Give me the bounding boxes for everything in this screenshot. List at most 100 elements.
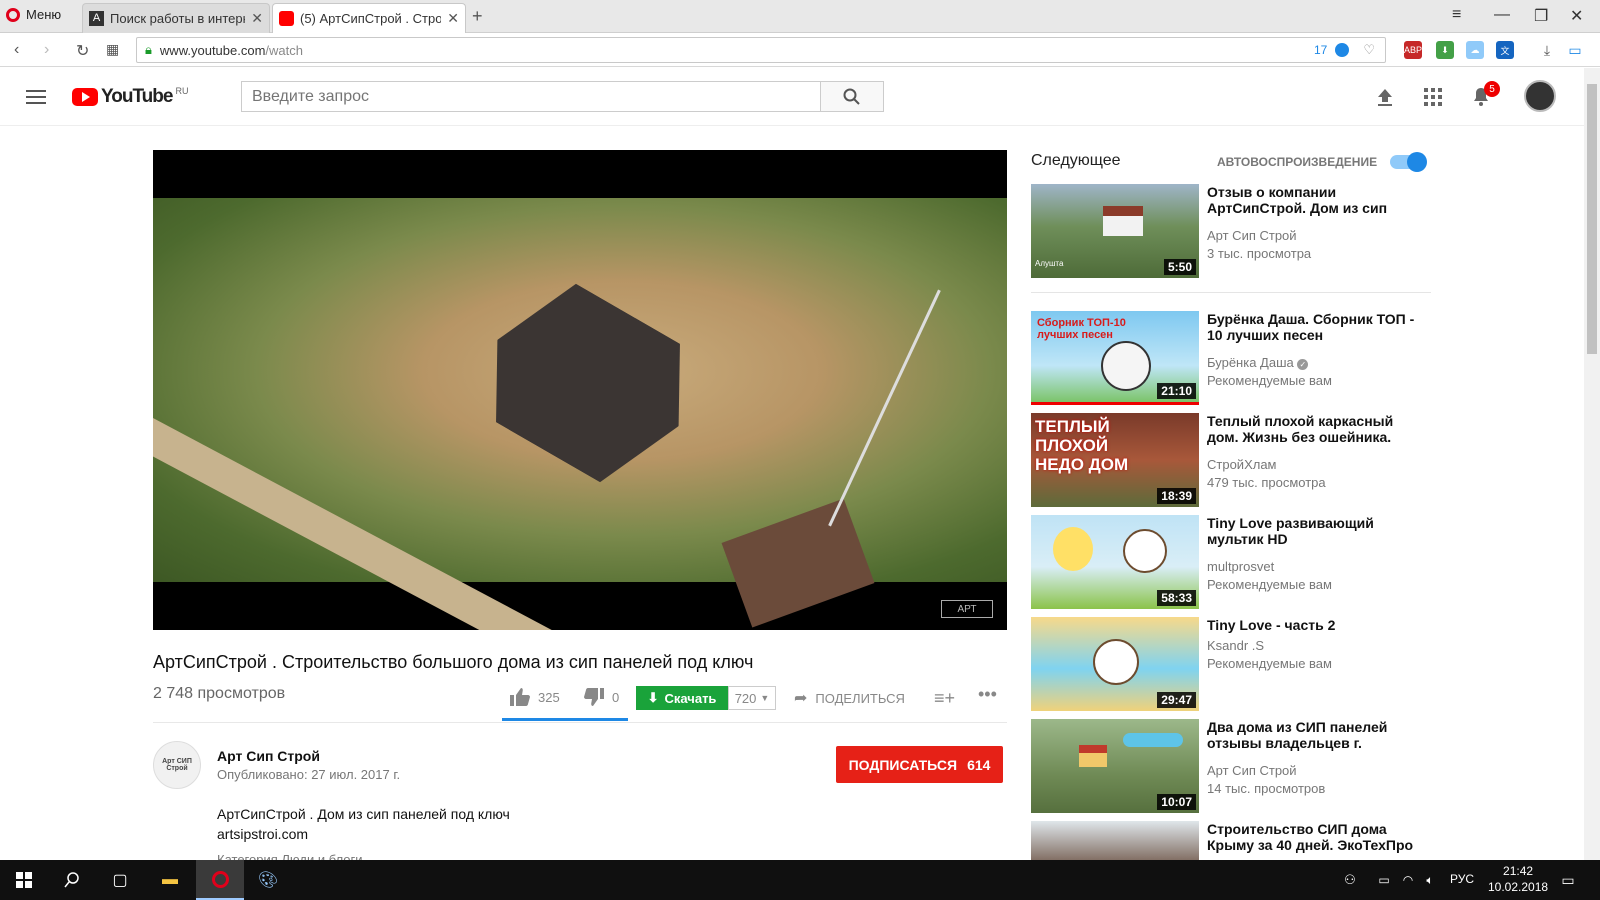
channel-name[interactable]: Арт Сип Строй <box>1207 228 1297 243</box>
input-language[interactable]: РУС <box>1450 872 1474 886</box>
lock-icon: 🔒︎ <box>145 42 152 57</box>
channel-row[interactable]: Бурёнка Даша ✓ <box>1207 355 1309 370</box>
weather-extension-icon[interactable]: ☁ <box>1466 41 1484 59</box>
search-taskbar-icon[interactable] <box>60 868 84 892</box>
video-watermark: АРТ <box>941 600 993 618</box>
menu-label: Меню <box>26 7 62 22</box>
reload-icon[interactable]: ↻ <box>76 41 89 61</box>
up-next-item[interactable]: Алушта 5:50 Отзыв о компании АртСипСтрой… <box>1031 184 1431 279</box>
paint-app-icon[interactable]: 🎨︎ <box>256 868 280 892</box>
search-input[interactable] <box>241 81 821 112</box>
like-button[interactable]: 325 <box>510 688 560 706</box>
video-title[interactable]: Два дома из СИП панелей отзывы владельце… <box>1207 719 1417 751</box>
volume-icon[interactable]: 🔈︎ <box>1418 868 1442 892</box>
youtube-logo[interactable]: YouTube RU <box>72 86 188 108</box>
download-button[interactable]: ⬇ Скачать <box>636 686 728 710</box>
recommended-item[interactable]: 58:33 Tiny Love развивающий мультик HD m… <box>1031 515 1431 610</box>
tab-list-icon[interactable]: ≡ <box>1452 6 1461 24</box>
recommended-item[interactable]: Строительство СИП дома Крыму за 40 дней.… <box>1031 821 1431 860</box>
video-title[interactable]: Tiny Love развивающий мультик HD <box>1207 515 1417 547</box>
system-clock[interactable]: 21:42 10.02.2018 <box>1488 863 1548 895</box>
channel-name[interactable]: multprosvet <box>1207 559 1274 574</box>
recommended-item[interactable]: ТЕПЛЫЙ ПЛОХОЙ НЕДО ДОМ 18:39 Теплый плох… <box>1031 413 1431 508</box>
opera-menu-button[interactable]: Меню <box>6 7 61 22</box>
opera-taskbar-button[interactable] <box>196 860 244 900</box>
search-button[interactable] <box>820 81 884 112</box>
subscribe-button[interactable]: ПОДПИСАТЬСЯ 614 <box>836 746 1003 783</box>
account-avatar[interactable] <box>1524 80 1556 112</box>
close-window-icon[interactable]: ✕ <box>1570 6 1583 26</box>
logo-text: YouTube <box>101 86 173 107</box>
bookmark-heart-icon[interactable]: ♡ <box>1363 42 1375 58</box>
download-label: Скачать <box>664 690 717 706</box>
close-tab-icon[interactable]: ✕ <box>251 10 263 27</box>
minimize-icon[interactable]: — <box>1494 6 1510 24</box>
action-center-icon[interactable]: ▭ <box>1556 868 1580 892</box>
thumbnail-text: Алушта <box>1035 259 1064 268</box>
close-tab-icon[interactable]: ✕ <box>447 10 459 27</box>
url-field[interactable]: 🔒︎ www.youtube.com/watch 17 ♡ <box>136 37 1386 63</box>
scrollbar-thumb[interactable] <box>1587 84 1597 354</box>
video-thumbnail[interactable]: 29:47 <box>1031 617 1199 711</box>
back-icon[interactable]: ‹ <box>14 41 19 59</box>
search-icon <box>843 88 860 105</box>
autoplay-toggle[interactable] <box>1390 152 1427 172</box>
video-thumbnail[interactable]: 58:33 <box>1031 515 1199 609</box>
channel-avatar[interactable]: Арт СИП Строй <box>153 741 201 789</box>
video-roof-shape <box>721 498 875 628</box>
upload-icon[interactable] <box>1374 86 1396 108</box>
recommended-item[interactable]: 10:07 Два дома из СИП панелей отзывы вла… <box>1031 719 1431 814</box>
new-tab-icon[interactable]: + <box>472 6 483 27</box>
video-title[interactable]: Отзыв о компании АртСипСтрой. Дом из сип <box>1207 184 1417 216</box>
people-icon[interactable]: ⚇ <box>1338 868 1362 892</box>
speed-dial-icon[interactable]: ▦ <box>106 41 119 58</box>
video-thumbnail[interactable] <box>1031 821 1199 860</box>
maximize-icon[interactable]: ❐ <box>1534 6 1548 26</box>
video-house-shape <box>461 264 714 503</box>
guide-menu-icon[interactable] <box>26 90 46 104</box>
task-view-icon[interactable]: ▢ <box>108 868 132 892</box>
subscriber-count: 614 <box>967 756 991 773</box>
like-count: 325 <box>538 689 560 705</box>
video-thumbnail[interactable]: 10:07 <box>1031 719 1199 813</box>
description-link[interactable]: artsipstroi.com <box>217 826 308 842</box>
video-road-shape <box>153 418 595 630</box>
wifi-icon[interactable]: ◠ <box>1396 868 1420 892</box>
tab-job-search[interactable]: A Поиск работы в интерне ✕ <box>82 3 270 33</box>
translate-extension-icon[interactable]: 文 <box>1496 41 1514 59</box>
quality-select[interactable]: 720 ▼ <box>728 686 776 710</box>
adblock-extension-icon[interactable]: ABP <box>1404 41 1422 59</box>
video-duration: 21:10 <box>1157 383 1196 399</box>
battery-icon[interactable]: ▭ <box>1372 868 1396 892</box>
quality-value: 720 <box>734 690 757 706</box>
dislike-button[interactable]: 0 <box>584 688 619 706</box>
download-extension-icon[interactable]: ⬇ <box>1436 41 1454 59</box>
tracker-blocker-icon[interactable] <box>1335 43 1350 57</box>
add-to-playlist-icon[interactable]: ≡+ <box>934 688 955 709</box>
video-player[interactable]: АРТ <box>153 150 1007 630</box>
channel-name[interactable]: Арт Сип Строй <box>217 748 320 764</box>
downloads-icon[interactable]: ⤓ <box>1538 41 1556 59</box>
recommended-item[interactable]: Сборник ТОП-10 лучших песен 21:10 Бурёнк… <box>1031 311 1431 406</box>
apps-grid-icon[interactable] <box>1422 86 1444 108</box>
windows-start-icon[interactable] <box>12 868 36 892</box>
video-title[interactable]: Теплый плохой каркасный дом. Жизнь без о… <box>1207 413 1417 445</box>
forward-icon[interactable]: › <box>44 41 49 59</box>
video-title[interactable]: Бурёнка Даша. Сборник ТОП - 10 лучших пе… <box>1207 311 1417 343</box>
tab-youtube[interactable]: (5) АртСипСтрой . Строит ✕ <box>272 3 466 33</box>
video-thumbnail[interactable]: ТЕПЛЫЙ ПЛОХОЙ НЕДО ДОМ 18:39 <box>1031 413 1199 507</box>
video-title[interactable]: Строительство СИП дома Крыму за 40 дней.… <box>1207 821 1417 853</box>
channel-name[interactable]: Ksandr .S <box>1207 638 1264 653</box>
share-button[interactable]: ➦ ПОДЕЛИТЬСЯ <box>794 688 905 708</box>
video-title[interactable]: Tiny Love - часть 2 <box>1207 617 1417 633</box>
recommended-item[interactable]: 29:47 Tiny Love - часть 2 Ksandr .S Реко… <box>1031 617 1431 712</box>
video-duration: 10:07 <box>1157 794 1196 810</box>
file-explorer-icon[interactable]: ▬ <box>158 868 182 892</box>
channel-name[interactable]: СтройХлам <box>1207 457 1277 472</box>
battery-saver-icon[interactable]: ▭ <box>1566 41 1584 59</box>
description-line: АртСипСтрой . Дом из сип панелей под клю… <box>217 806 510 822</box>
video-thumbnail[interactable]: Алушта 5:50 <box>1031 184 1199 278</box>
channel-name[interactable]: Арт Сип Строй <box>1207 763 1297 778</box>
video-thumbnail[interactable]: Сборник ТОП-10 лучших песен 21:10 <box>1031 311 1199 405</box>
more-actions-icon[interactable]: ••• <box>978 684 997 705</box>
